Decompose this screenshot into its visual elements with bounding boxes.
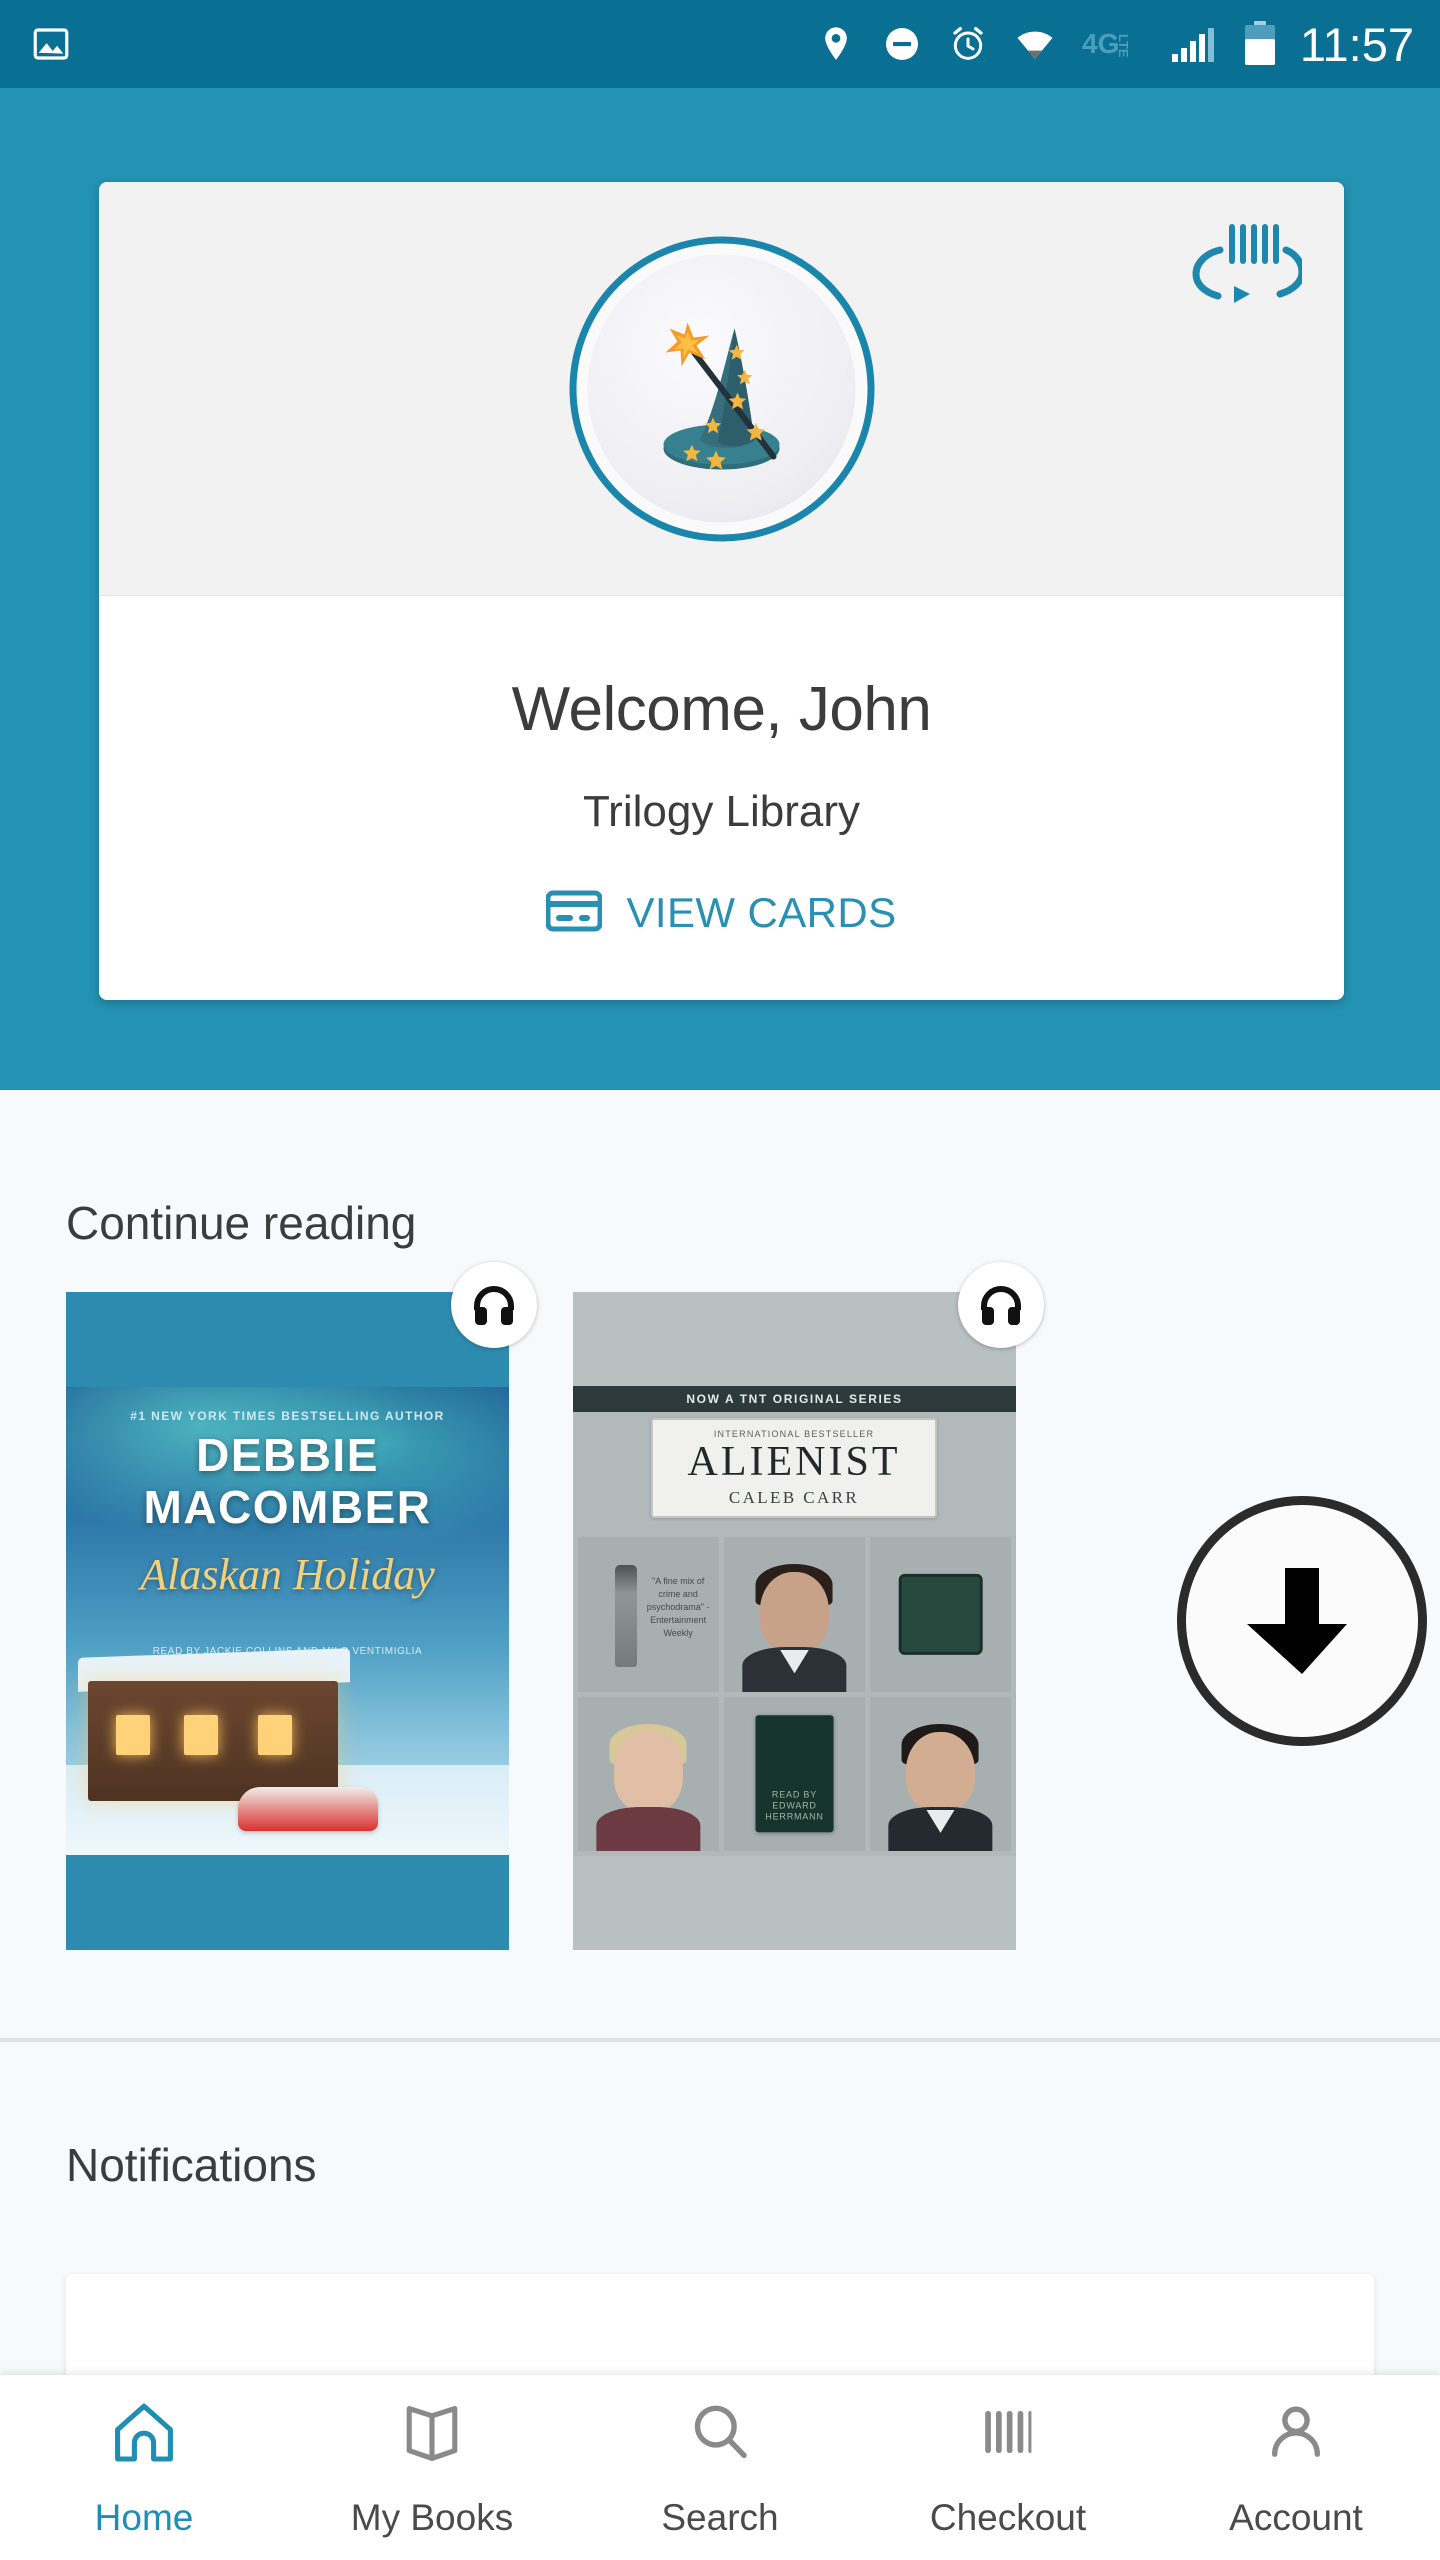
continue-reading-heading: Continue reading bbox=[66, 1197, 417, 1249]
book-tagline: INTERNATIONAL BESTSELLER bbox=[713, 1428, 875, 1439]
headphones-icon[interactable] bbox=[451, 1262, 537, 1348]
svg-text:4G: 4G bbox=[1082, 28, 1119, 59]
cellular-signal-icon bbox=[1170, 24, 1216, 64]
bottom-navigation[interactable]: Home My Books Search Checkout Account bbox=[0, 2375, 1440, 2560]
book-quote: "A fine mix of crime and psychodrama" - … bbox=[646, 1576, 710, 1638]
headphones-icon[interactable] bbox=[958, 1262, 1044, 1348]
library-card[interactable]: Welcome, John Trilogy Library VIEW CARDS bbox=[99, 182, 1344, 1000]
book-item[interactable]: #1 NEW YORK TIMES BESTSELLING AUTHOR DEB… bbox=[66, 1262, 537, 1950]
book-title-plate: INTERNATIONAL BESTSELLER ALIENIST CALEB … bbox=[651, 1418, 937, 1518]
cover-cell-tv bbox=[870, 1537, 1011, 1692]
book-title: ALIENIST bbox=[687, 1438, 901, 1485]
continue-reading-shelf[interactable]: #1 NEW YORK TIMES BESTSELLING AUTHOR DEB… bbox=[0, 1262, 1440, 1950]
cover-cell-bottle: "A fine mix of crime and psychodrama" - … bbox=[578, 1537, 719, 1692]
book-banner: NOW A TNT ORIGINAL SERIES bbox=[573, 1386, 1016, 1412]
avatar bbox=[569, 236, 874, 541]
welcome-greeting: Welcome, John bbox=[511, 675, 932, 744]
cover-cell-man-beard bbox=[724, 1537, 865, 1692]
notifications-heading: Notifications bbox=[66, 2139, 317, 2191]
library-card-front bbox=[99, 182, 1344, 596]
credit-card-icon bbox=[545, 890, 603, 937]
person-icon bbox=[1260, 2396, 1332, 2473]
alarm-clock-icon bbox=[948, 24, 988, 64]
cover-cabin bbox=[88, 1681, 338, 1801]
nav-label-account: Account bbox=[1229, 2497, 1363, 2538]
search-icon bbox=[684, 2396, 756, 2473]
barcode-flip-icon[interactable] bbox=[1186, 217, 1306, 307]
status-bar-left-icons bbox=[30, 23, 72, 65]
library-card-details: Welcome, John Trilogy Library VIEW CARDS bbox=[99, 596, 1344, 999]
home-icon bbox=[108, 2396, 180, 2473]
location-pin-icon bbox=[816, 24, 856, 64]
library-name: Trilogy Library bbox=[582, 787, 861, 836]
book-item[interactable]: 16th Century Superstar Da Vinci Wendy Co… bbox=[1080, 1292, 1440, 1950]
view-cards-label: VIEW CARDS bbox=[626, 889, 897, 936]
status-bar: 4G LTE 11:57 bbox=[0, 0, 1440, 88]
nav-label-checkout: Checkout bbox=[929, 2497, 1087, 2538]
notification-card[interactable] bbox=[66, 2274, 1374, 2375]
download-arrow-icon[interactable] bbox=[1176, 1496, 1427, 1746]
book-narration: READ BY EDWARD HERRMANN bbox=[765, 1789, 824, 1822]
view-cards-button[interactable]: VIEW CARDS bbox=[545, 889, 897, 937]
nav-item-search[interactable]: Search bbox=[576, 2375, 864, 2560]
wifi-icon bbox=[1014, 23, 1056, 65]
cover-sled bbox=[238, 1787, 378, 1831]
open-book-icon bbox=[396, 2396, 468, 2473]
nav-item-my-books[interactable]: My Books bbox=[288, 2375, 576, 2560]
wizard-hat-avatar bbox=[587, 254, 856, 523]
cover-cell-woman bbox=[578, 1696, 719, 1851]
cover-photo-grid: "A fine mix of crime and psychodrama" - … bbox=[573, 1532, 1016, 1856]
nav-label-search: Search bbox=[661, 2497, 779, 2538]
cover-cell-man-mustache bbox=[870, 1696, 1011, 1851]
nav-item-home[interactable]: Home bbox=[0, 2375, 288, 2560]
book-title: Alaskan Holiday bbox=[140, 1550, 435, 1599]
nav-item-checkout[interactable]: Checkout bbox=[864, 2375, 1152, 2560]
nav-label-my-books: My Books bbox=[350, 2497, 514, 2538]
book-item[interactable]: NOW A TNT ORIGINAL SERIES INTERNATIONAL … bbox=[573, 1262, 1044, 1950]
cover-cell-book: READ BY EDWARD HERRMANN bbox=[724, 1696, 865, 1851]
network-type-label: 4G LTE bbox=[1082, 24, 1144, 64]
book-cover-art: NOW A TNT ORIGINAL SERIES INTERNATIONAL … bbox=[573, 1386, 1016, 1856]
status-bar-right-icons: 4G LTE bbox=[816, 21, 1278, 67]
status-bar-clock: 11:57 bbox=[1299, 17, 1414, 71]
svg-text:LTE: LTE bbox=[1116, 34, 1131, 58]
section-divider bbox=[0, 2038, 1440, 2042]
book-tagline: #1 NEW YORK TIMES BESTSELLING AUTHOR bbox=[130, 1409, 445, 1423]
book-cover-the-alienist[interactable]: NOW A TNT ORIGINAL SERIES INTERNATIONAL … bbox=[573, 1292, 1016, 1950]
barcode-icon bbox=[972, 2396, 1044, 2473]
book-cover-art: #1 NEW YORK TIMES BESTSELLING AUTHOR DEB… bbox=[66, 1387, 509, 1855]
image-icon bbox=[30, 23, 72, 65]
nav-label-home: Home bbox=[94, 2497, 194, 2538]
book-author: DEBBIE MACOMBER bbox=[143, 1429, 432, 1533]
book-author: CALEB CARR bbox=[728, 1487, 860, 1507]
book-cover-alaskan-holiday[interactable]: #1 NEW YORK TIMES BESTSELLING AUTHOR DEB… bbox=[66, 1292, 509, 1950]
main-content: Continue reading #1 NEW YORK TIMES BESTS… bbox=[0, 1090, 1440, 2375]
do-not-disturb-icon bbox=[882, 24, 922, 64]
battery-icon bbox=[1242, 21, 1278, 67]
nav-item-account[interactable]: Account bbox=[1152, 2375, 1440, 2560]
